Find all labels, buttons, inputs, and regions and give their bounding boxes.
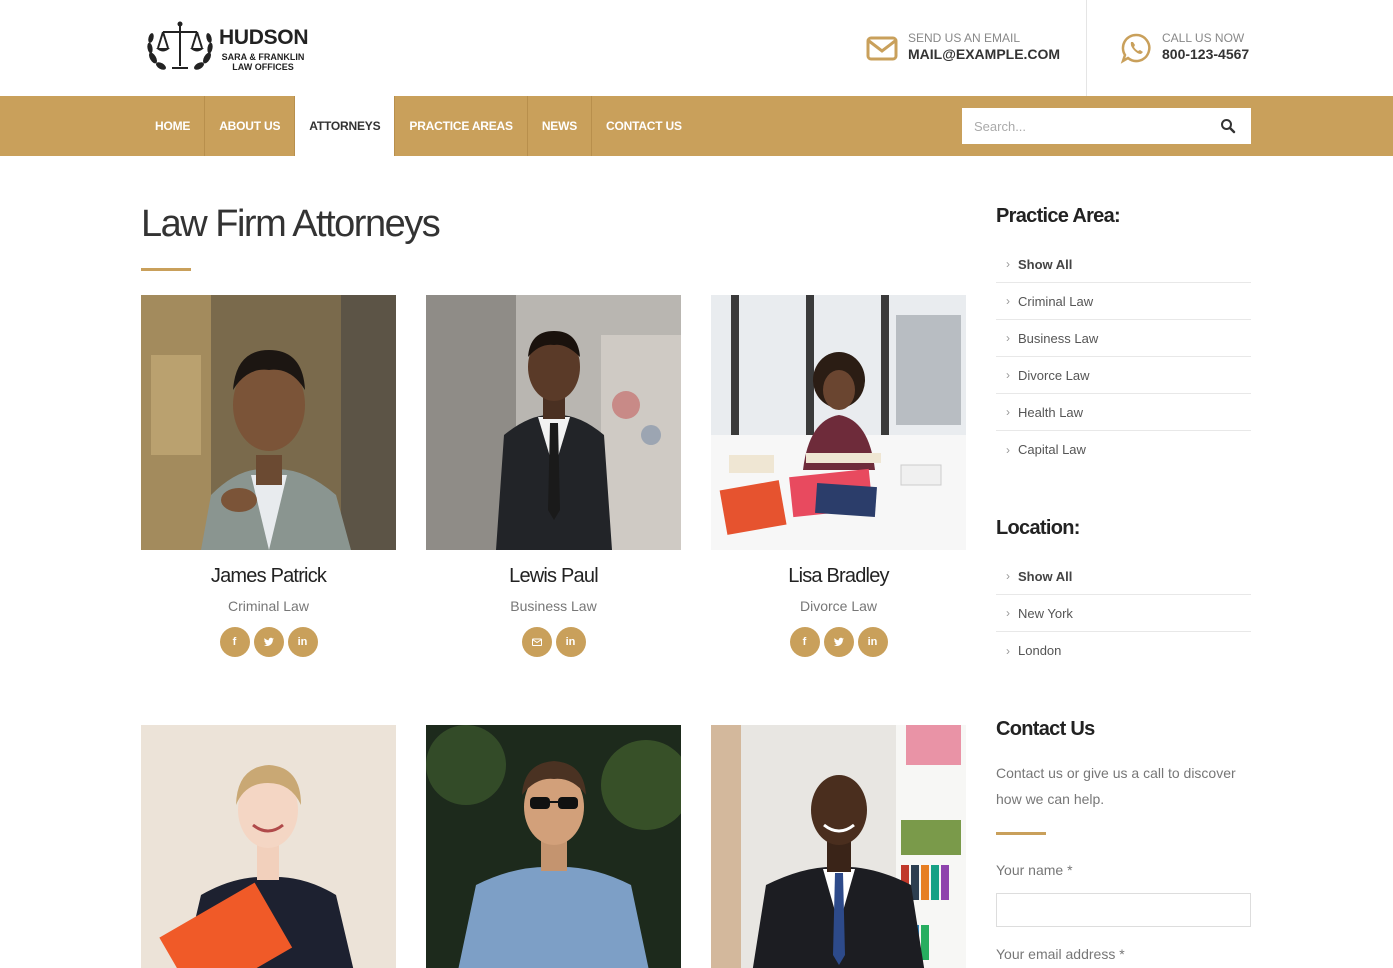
search-box xyxy=(962,108,1251,144)
nav-item-home[interactable]: HOME xyxy=(141,96,206,156)
chevron-right-icon: › xyxy=(1006,442,1010,457)
attorney-role: Criminal Law xyxy=(228,598,309,614)
attorney-social-links: f in xyxy=(141,627,396,657)
linkedin-icon[interactable]: in xyxy=(287,627,318,657)
filter-label: Show All xyxy=(1018,256,1073,272)
filter-label: Criminal Law xyxy=(1018,293,1094,309)
scales-of-justice-icon xyxy=(147,21,213,70)
attorney-photo[interactable] xyxy=(426,725,681,968)
page-title: Law Firm Attorneys xyxy=(141,203,441,245)
attorney-photo[interactable] xyxy=(141,295,396,550)
practice-filter-capital-law[interactable]: › Capital Law xyxy=(996,431,1251,468)
practice-filter-criminal-law[interactable]: › Criminal Law xyxy=(996,283,1251,320)
practice-filter-business-law[interactable]: › Business Law xyxy=(996,320,1251,357)
practice-filter-divorce-law[interactable]: › Divorce Law xyxy=(996,357,1251,394)
contact-description: Contact us or give us a call to discover… xyxy=(996,765,1236,807)
search-input[interactable] xyxy=(962,108,1212,144)
attorney-card xyxy=(426,725,681,968)
chevron-right-icon: › xyxy=(1006,294,1010,308)
filter-label: Health Law xyxy=(1018,404,1084,420)
logo-name: HUDSON xyxy=(219,26,309,49)
attorney-photo[interactable] xyxy=(711,295,966,550)
attorney-card xyxy=(711,725,966,968)
attorney-portrait-image xyxy=(711,295,966,550)
attorney-name[interactable]: Lisa Bradley xyxy=(711,565,966,588)
search-icon[interactable] xyxy=(1220,118,1236,134)
contact-us-title: Contact Us xyxy=(996,718,1095,740)
chevron-right-icon: › xyxy=(1006,643,1010,658)
chevron-right-icon: › xyxy=(1006,368,1010,382)
logo-subtitle-line1: SARA & FRANKLIN xyxy=(221,52,305,62)
practice-area-list: › Show All › Criminal Law › Business Law › D… xyxy=(996,246,1251,468)
attorney-portrait-image xyxy=(711,725,966,968)
filter-label: Show All xyxy=(1018,568,1073,584)
phone-label: CALL US NOW xyxy=(1162,31,1245,45)
practice-area-title: Practice Area: xyxy=(996,205,1121,227)
location-title: Location: xyxy=(996,517,1080,539)
attorney-photo[interactable] xyxy=(426,295,681,550)
logo-subtitle: SARA & FRANKLIN LAW OFFICES xyxy=(219,52,307,72)
attorney-name[interactable]: James Patrick xyxy=(141,565,396,588)
attorney-portrait-image xyxy=(426,725,681,968)
location-list: › Show All › New York › London xyxy=(996,558,1251,669)
attorney-photo[interactable] xyxy=(711,725,966,968)
filter-label: Business Law xyxy=(1018,330,1099,346)
facebook-icon[interactable]: f xyxy=(789,627,820,657)
attorney-card xyxy=(141,725,396,968)
location-filter-new-york[interactable]: › New York xyxy=(996,595,1251,632)
linkedin-icon[interactable]: in xyxy=(555,627,586,657)
name-field-label: Your name * xyxy=(996,862,1073,878)
attorney-name[interactable]: Lewis Paul xyxy=(426,565,681,588)
site-header: HUDSON SARA & FRANKLIN LAW OFFICES SEND … xyxy=(0,0,1393,96)
chevron-right-icon: › xyxy=(1006,331,1010,345)
chevron-right-icon: › xyxy=(1006,569,1010,583)
email-icon[interactable] xyxy=(521,627,552,657)
phone-value[interactable]: 800-123-4567 xyxy=(1162,46,1249,62)
nav-item-about-us[interactable]: ABOUT US xyxy=(205,96,296,156)
filter-label: New York xyxy=(1018,605,1073,621)
nav-item-attorneys[interactable]: ATTORNEYS xyxy=(295,96,396,156)
attorney-portrait-image xyxy=(141,725,396,968)
chevron-right-icon: › xyxy=(1006,405,1010,419)
nav-item-contact-us[interactable]: CONTACT US xyxy=(592,96,696,156)
linkedin-icon[interactable]: in xyxy=(857,627,888,657)
practice-filter-health-law[interactable]: › Health Law xyxy=(996,394,1251,431)
twitter-icon[interactable] xyxy=(253,627,284,657)
contact-underline xyxy=(996,832,1046,835)
filter-label: London xyxy=(1018,643,1062,658)
attorney-portrait-image xyxy=(141,295,396,550)
logo-subtitle-line2: LAW OFFICES xyxy=(232,62,294,72)
filter-label: Capital Law xyxy=(1018,442,1086,457)
nav-menu: HOME ABOUT US ATTORNEYS PRACTICE AREAS N… xyxy=(141,96,696,156)
facebook-icon[interactable]: f xyxy=(219,627,250,657)
nav-item-news[interactable]: NEWS xyxy=(528,96,593,156)
attorney-photo[interactable] xyxy=(141,725,396,968)
title-underline xyxy=(141,268,191,271)
chevron-right-icon: › xyxy=(1006,606,1010,620)
filter-label: Divorce Law xyxy=(1018,367,1090,383)
attorney-role: Business Law xyxy=(510,598,597,614)
email-value[interactable]: MAIL@EXAMPLE.COM xyxy=(908,46,1060,62)
name-field[interactable] xyxy=(996,893,1251,927)
location-filter-show-all[interactable]: › Show All xyxy=(996,558,1251,595)
email-field-label: Your email address * xyxy=(996,946,1125,962)
whatsapp-icon xyxy=(1120,33,1151,64)
envelope-icon xyxy=(866,36,898,61)
main-navigation: HOME ABOUT US ATTORNEYS PRACTICE AREAS N… xyxy=(0,96,1393,156)
header-divider xyxy=(1086,0,1087,96)
location-filter-london[interactable]: › London xyxy=(996,632,1251,669)
email-label: SEND US AN EMAIL xyxy=(908,31,1021,45)
chevron-right-icon: › xyxy=(1006,257,1010,271)
practice-filter-show-all[interactable]: › Show All xyxy=(996,246,1251,283)
attorney-social-links: in xyxy=(426,627,681,657)
site-logo[interactable]: HUDSON SARA & FRANKLIN LAW OFFICES xyxy=(145,18,309,78)
twitter-icon[interactable] xyxy=(823,627,854,657)
nav-item-practice-areas[interactable]: PRACTICE AREAS xyxy=(395,96,528,156)
attorney-role: Divorce Law xyxy=(799,598,878,614)
attorney-portrait-image xyxy=(426,295,681,550)
attorney-social-links: f in xyxy=(711,627,966,657)
